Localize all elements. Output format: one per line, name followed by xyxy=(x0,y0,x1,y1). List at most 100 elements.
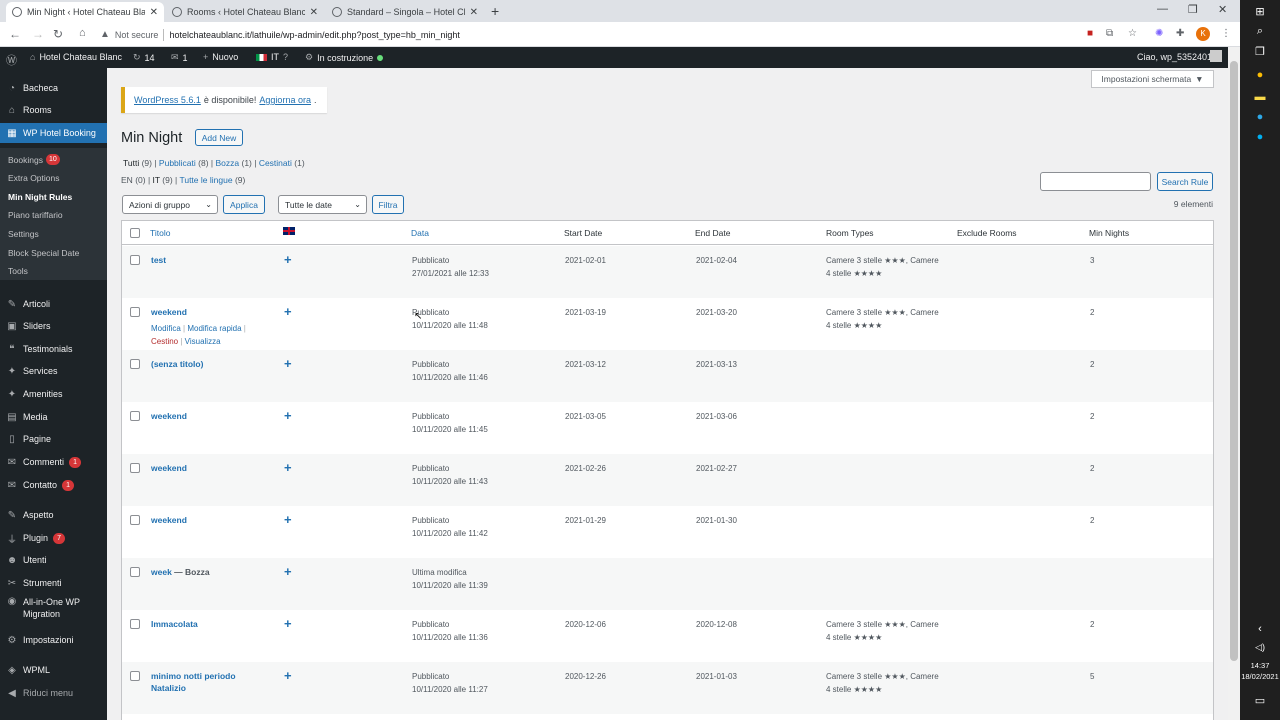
scrollbar-thumb[interactable] xyxy=(1230,61,1238,661)
extension-icon[interactable]: ■ xyxy=(1087,28,1093,39)
chevron-up-icon[interactable]: ‹ xyxy=(1253,622,1267,636)
sidebar-item-bacheca[interactable]: ◔ Bacheca xyxy=(0,78,107,98)
lang-filter-it[interactable]: IT (9) xyxy=(153,175,173,185)
date-filter-select[interactable]: Tutte le date ⌄ xyxy=(278,195,367,214)
row-checkbox[interactable] xyxy=(130,515,140,525)
sidebar-item-pagine[interactable]: ▯ Pagine xyxy=(0,429,107,449)
sidebar-item-commenti[interactable]: ✉ Commenti 1 xyxy=(0,452,107,472)
site-name-link[interactable]: ⌂ Hotel Chateau Blanc xyxy=(30,52,122,62)
profile-avatar[interactable]: K xyxy=(1196,27,1210,41)
select-all-checkbox[interactable] xyxy=(130,228,140,238)
language-switcher[interactable]: IT? xyxy=(256,52,288,62)
row-checkbox[interactable] xyxy=(130,567,140,577)
sidebar-item-strumenti[interactable]: ✂ Strumenti xyxy=(0,573,107,593)
row-checkbox[interactable] xyxy=(130,307,140,317)
sidebar-item-wp-hotel-booking[interactable]: ▦ WP Hotel Booking xyxy=(0,123,107,143)
add-translation-plus-icon[interactable]: + xyxy=(284,512,292,527)
submenu-item-tools[interactable]: Tools xyxy=(8,266,28,276)
browser-tab-standard[interactable]: Standard – Singola – Hotel Chate ✕ xyxy=(326,2,484,22)
filter-draft[interactable]: Bozza (1) xyxy=(215,158,251,168)
filter-all[interactable]: Tutti (9) xyxy=(123,158,152,168)
search-icon[interactable]: ⌕ xyxy=(1253,24,1267,38)
add-new-button[interactable]: Add New xyxy=(195,129,243,146)
forward-arrow-icon[interactable]: → xyxy=(32,27,44,41)
sidebar-item-sliders[interactable]: ▣ Sliders xyxy=(0,316,107,336)
sidebar-item-amenities[interactable]: ✦ Amenities xyxy=(0,384,107,404)
translate-icon[interactable]: ⧉ xyxy=(1106,28,1113,39)
sidebar-item-rooms[interactable]: ⌂ Rooms xyxy=(0,100,107,120)
close-icon[interactable]: ✕ xyxy=(310,7,318,18)
sidebar-item-aspetto[interactable]: ✎ Aspetto xyxy=(0,505,107,525)
trash-link[interactable]: Cestino xyxy=(151,337,178,346)
sidebar-item-services[interactable]: ✦ Services xyxy=(0,361,107,381)
row-title-link[interactable]: week — Bozza xyxy=(151,566,251,578)
quick-edit-link[interactable]: Modifica rapida xyxy=(187,324,241,333)
sidebar-collapse-menu[interactable]: ◀ Riduci menu xyxy=(0,683,107,703)
notifications-icon[interactable]: ▭ xyxy=(1253,694,1267,708)
row-title-link[interactable]: minimo notti periodo Natalizio xyxy=(151,670,251,694)
submenu-item-min-night-rules[interactable]: Min Night Rules xyxy=(8,192,72,202)
add-translation-plus-icon[interactable]: + xyxy=(284,408,292,423)
row-checkbox[interactable] xyxy=(130,255,140,265)
screen-options-button[interactable]: Impostazioni schermata ▼ xyxy=(1091,70,1214,88)
row-checkbox[interactable] xyxy=(130,411,140,421)
new-content-link[interactable]: + Nuovo xyxy=(203,52,238,62)
home-icon[interactable]: ⌂ xyxy=(79,27,86,39)
filter-published[interactable]: Pubblicati (8) xyxy=(159,158,209,168)
row-title-link[interactable]: weekend xyxy=(151,410,251,422)
add-translation-plus-icon[interactable]: + xyxy=(284,616,292,631)
edge-icon[interactable]: ● xyxy=(1253,110,1267,124)
sidebar-item-impostazioni[interactable]: ⚙ Impostazioni xyxy=(0,630,107,650)
sidebar-item-wpml[interactable]: ◈ WPML xyxy=(0,660,107,680)
sidebar-item-contatto[interactable]: ✉ Contatto 1 xyxy=(0,475,107,495)
add-translation-plus-icon[interactable]: + xyxy=(284,460,292,475)
filter-trash[interactable]: Cestinati (1) xyxy=(259,158,305,168)
submenu-item-bookings[interactable]: Bookings 10 xyxy=(8,154,60,165)
chrome-icon[interactable]: ● xyxy=(1253,68,1267,82)
lang-filter-en[interactable]: EN (0) xyxy=(121,175,146,185)
lang-filter-all[interactable]: Tutte le lingue (9) xyxy=(179,175,245,185)
kebab-menu-icon[interactable]: ⋮ xyxy=(1221,28,1231,39)
add-translation-plus-icon[interactable]: + xyxy=(284,356,292,371)
wordpress-version-link[interactable]: WordPress 5.6.1 xyxy=(134,95,201,105)
minimize-icon[interactable]: — xyxy=(1157,3,1168,15)
row-title-link[interactable]: test xyxy=(151,254,251,266)
page-scrollbar[interactable] xyxy=(1228,47,1240,720)
updates-link[interactable]: ↻ 14 xyxy=(133,52,155,63)
maintenance-status[interactable]: ⚙ In costruzione xyxy=(305,52,384,63)
reload-icon[interactable]: ↻ xyxy=(53,27,63,41)
row-checkbox[interactable] xyxy=(130,359,140,369)
account-greeting[interactable]: Ciao, wp_5352401 xyxy=(1137,52,1212,62)
wordpress-logo-icon[interactable]: Ⓦ xyxy=(6,52,17,68)
search-input[interactable] xyxy=(1040,172,1151,191)
new-tab-plus-icon[interactable]: + xyxy=(491,3,499,19)
submenu-item-piano-tariffario[interactable]: Piano tariffario xyxy=(8,210,63,220)
row-title-link[interactable]: weekend xyxy=(151,306,251,318)
row-checkbox[interactable] xyxy=(130,463,140,473)
filter-button[interactable]: Filtra xyxy=(372,195,404,214)
search-rule-button[interactable]: Search Rule xyxy=(1157,172,1213,191)
task-view-icon[interactable]: ❐ xyxy=(1253,45,1267,59)
row-checkbox[interactable] xyxy=(130,671,140,681)
row-title-link[interactable]: Immacolata xyxy=(151,618,251,630)
sidebar-item-articoli[interactable]: ✎ Articoli xyxy=(0,294,107,314)
row-title-link[interactable]: weekend xyxy=(151,462,251,474)
window-close-icon[interactable]: ✕ xyxy=(1218,3,1227,16)
back-arrow-icon[interactable]: ← xyxy=(9,27,21,41)
volume-icon[interactable]: ◁) xyxy=(1253,640,1267,654)
bulk-actions-select[interactable]: Azioni di gruppo ⌄ xyxy=(122,195,218,214)
sidebar-item-utenti[interactable]: ☻ Utenti xyxy=(0,550,107,570)
row-title-link[interactable]: (senza titolo) xyxy=(151,358,251,370)
system-clock[interactable]: 14:37 18/02/2021 xyxy=(1240,660,1280,682)
submenu-item-block-special-date[interactable]: Block Special Date xyxy=(8,248,79,258)
puzzle-icon[interactable]: ✚ xyxy=(1176,28,1184,39)
address-bar[interactable]: ▲ Not secure hotelchateaublanc.it/lathui… xyxy=(100,25,1100,44)
column-date[interactable]: Data xyxy=(411,228,429,238)
add-translation-plus-icon[interactable]: + xyxy=(284,304,292,319)
row-checkbox[interactable] xyxy=(130,619,140,629)
user-avatar[interactable] xyxy=(1210,50,1222,62)
browser-tab-rooms[interactable]: Rooms ‹ Hotel Chateau Blanc — ✕ xyxy=(166,2,324,22)
view-link[interactable]: Visualizza xyxy=(185,337,221,346)
column-title[interactable]: Titolo xyxy=(150,228,170,238)
browser-tab-min-night[interactable]: Min Night ‹ Hotel Chateau Blanc ✕ xyxy=(6,2,164,22)
